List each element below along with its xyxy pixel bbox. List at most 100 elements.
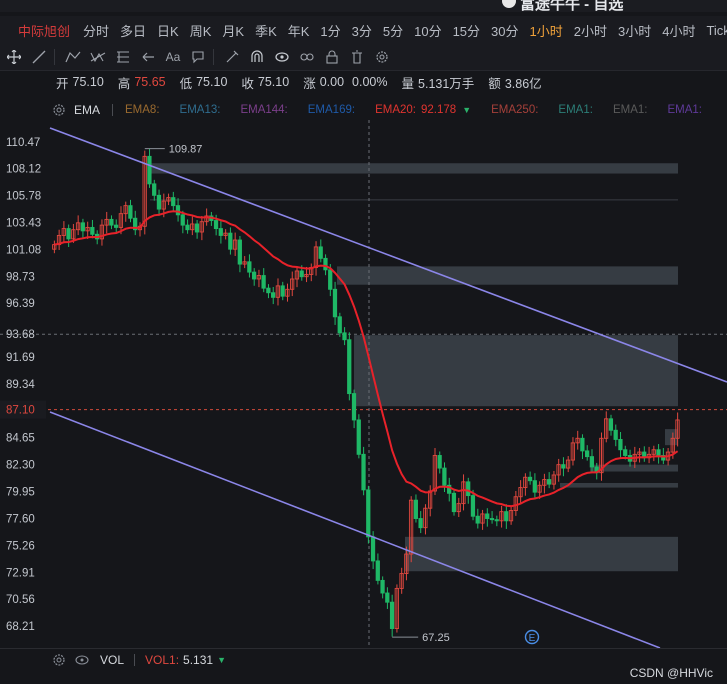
- period-tab[interactable]: 30分: [491, 21, 518, 40]
- period-bar: 中际旭创 分时 多日 日K 周K 月K 季K 年K 1分 3分 5分 10分 15分 30分 1小时 2小时…: [0, 16, 727, 44]
- lock-icon[interactable]: [321, 46, 343, 68]
- ema-divider: [112, 104, 114, 116]
- period-tab[interactable]: 月K: [222, 21, 244, 40]
- period-tab[interactable]: 4小时: [662, 21, 695, 40]
- ema-legend-item[interactable]: EMA20: 92.178 ▼: [375, 104, 471, 116]
- ema-label: EMA144:: [240, 104, 288, 116]
- candle-body: [413, 499, 418, 519]
- ema-legend-item[interactable]: EMA1:: [558, 104, 593, 116]
- ema-label: EMA13:: [179, 104, 221, 116]
- ema-settings-icon[interactable]: [52, 103, 66, 117]
- eye-icon[interactable]: [271, 46, 293, 68]
- ema-label: EMA250:: [491, 104, 539, 116]
- period-tab[interactable]: 15分: [453, 21, 480, 40]
- ema-indicator-name[interactable]: EMA: [74, 103, 100, 117]
- settings-icon[interactable]: [371, 46, 393, 68]
- period-tab[interactable]: 日K: [157, 21, 179, 40]
- amount-label: 额: [488, 76, 501, 91]
- trash-icon[interactable]: [346, 46, 368, 68]
- supply-demand-zone: [405, 536, 678, 572]
- low-label: 低: [179, 76, 193, 91]
- high-annotation: 109.87: [169, 144, 203, 156]
- vol-settings-icon[interactable]: [52, 653, 66, 667]
- stock-name[interactable]: 中际旭创: [18, 21, 70, 40]
- candle-body: [152, 183, 157, 196]
- candle-body: [470, 495, 476, 517]
- candle-body: [489, 518, 495, 521]
- ema-legend-item[interactable]: EMA1:: [613, 104, 648, 116]
- period-tab[interactable]: 季K: [255, 21, 277, 40]
- candle-body: [147, 155, 152, 185]
- period-tab[interactable]: 2小时: [574, 21, 607, 40]
- change-value: 0.00: [319, 75, 345, 89]
- ema-legend-item[interactable]: EMA169:: [308, 104, 355, 116]
- ema-legend-item[interactable]: EMA8:: [125, 104, 160, 116]
- price-chart[interactable]: 110.47 108.12 105.78 103.43 101.08 98.73 96.39…: [0, 120, 727, 648]
- candle-body: [180, 214, 185, 226]
- candle-body: [618, 438, 623, 451]
- polyline-icon[interactable]: [62, 46, 84, 68]
- candle-body: [213, 220, 219, 230]
- ema-label: EMA169:: [307, 104, 356, 116]
- period-tab[interactable]: Tick: [706, 23, 727, 38]
- arrow-icon[interactable]: [137, 46, 159, 68]
- vol-indicator-name[interactable]: VOL: [100, 653, 124, 667]
- price-axis-label: 79.95: [6, 487, 35, 499]
- candle-body: [532, 480, 537, 493]
- candle-body: [494, 519, 499, 522]
- line-icon[interactable]: [28, 46, 50, 68]
- window-title: 富途牛牛 - 自选: [520, 0, 624, 13]
- magnet-icon[interactable]: [246, 46, 268, 68]
- candle-body: [299, 270, 304, 278]
- period-tab[interactable]: 分时: [83, 21, 109, 40]
- open-label: 开: [56, 76, 69, 91]
- ema-caret-icon[interactable]: ▼: [462, 105, 471, 115]
- period-tab[interactable]: 3小时: [618, 21, 651, 40]
- period-tab[interactable]: 3分: [352, 21, 372, 40]
- ema-legend-item[interactable]: EMA144:: [240, 104, 287, 116]
- candle-body: [442, 467, 447, 486]
- period-tab[interactable]: 多日: [120, 21, 146, 40]
- candle-body: [185, 224, 190, 231]
- period-tab[interactable]: 1小时: [530, 21, 563, 40]
- candle-body: [370, 536, 376, 562]
- candle-body: [623, 449, 628, 456]
- text-tool-icon[interactable]: Aa: [162, 46, 184, 68]
- candle-body: [80, 222, 85, 232]
- ema-label: EMA1:: [667, 104, 702, 116]
- comment-icon[interactable]: [187, 46, 209, 68]
- period-tab[interactable]: 10分: [414, 21, 441, 40]
- price-axis-label: 84.65: [6, 433, 35, 445]
- candle-body: [418, 518, 423, 529]
- candle-body: [527, 476, 533, 482]
- candle-body: [485, 513, 490, 519]
- vol-value: 5.131: [183, 653, 214, 667]
- volume-label: 量: [401, 76, 415, 91]
- candle-body: [613, 429, 618, 440]
- candle-body: [261, 275, 266, 289]
- pattern-icon[interactable]: [87, 46, 109, 68]
- period-tab[interactable]: 1分: [320, 21, 340, 40]
- period-tab[interactable]: 周K: [190, 21, 212, 40]
- link-icon[interactable]: [296, 46, 318, 68]
- candle-body: [251, 271, 257, 280]
- period-tab[interactable]: 年K: [288, 21, 310, 40]
- price-axis-label: 87.10: [6, 405, 35, 417]
- ema-legend-item[interactable]: EMA250:: [491, 104, 538, 116]
- vol-caret-icon[interactable]: ▼: [217, 655, 226, 665]
- candle-body: [546, 479, 552, 485]
- volume-legend: VOL VOL1: 5.131 ▼: [0, 648, 727, 671]
- ema-legend-item[interactable]: EMA1:: [667, 104, 702, 116]
- candle-body: [266, 287, 271, 294]
- candle-body: [504, 511, 509, 522]
- crosshair-icon[interactable]: [3, 46, 25, 68]
- candle-body: [171, 197, 176, 207]
- ema-legend-item[interactable]: EMA13:: [180, 104, 221, 116]
- window-title-bar: 富途牛牛 - 自选: [0, 0, 727, 13]
- period-tab[interactable]: 5分: [383, 21, 403, 40]
- vol-visibility-icon[interactable]: [74, 654, 90, 666]
- price-axis-label: 89.34: [6, 379, 35, 391]
- pen-icon[interactable]: [221, 46, 243, 68]
- fib-icon[interactable]: [112, 46, 134, 68]
- vol-label: VOL1:: [145, 653, 180, 667]
